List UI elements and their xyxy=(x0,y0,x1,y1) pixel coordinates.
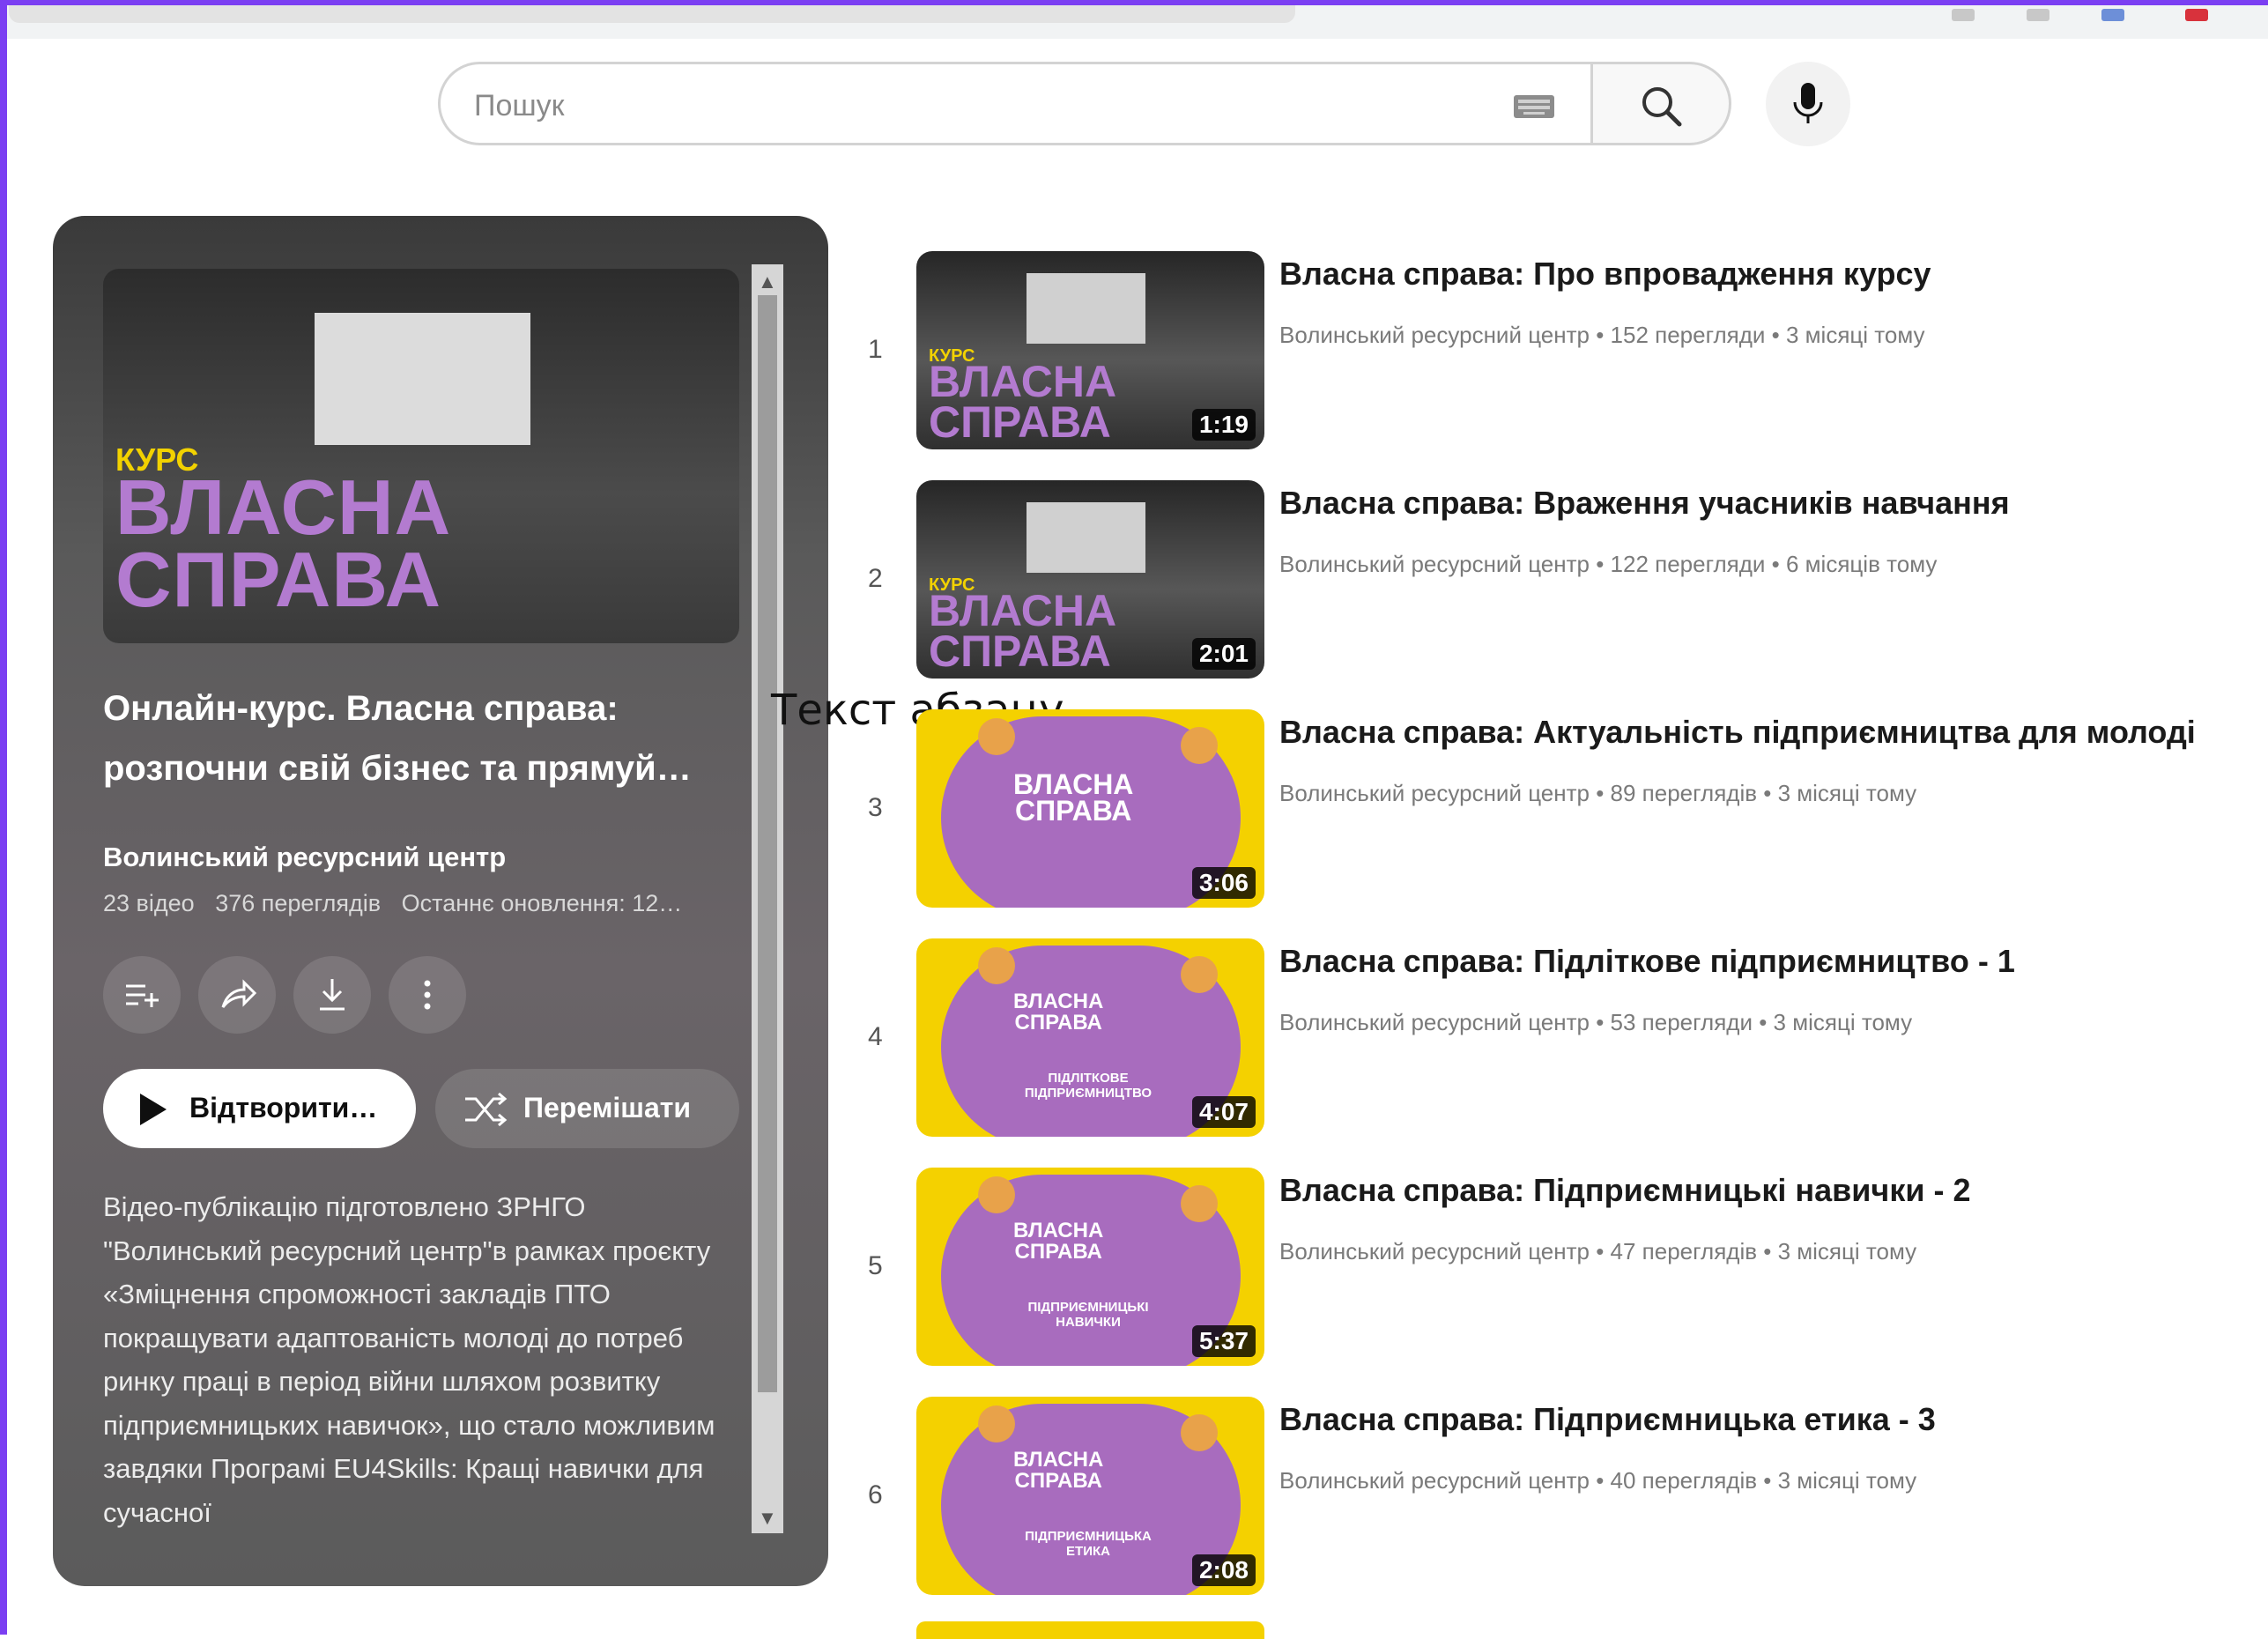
projector-screen xyxy=(1027,273,1145,344)
video-thumbnail[interactable]: КУРС ВЛАСНА СПРАВА 2:01 xyxy=(916,480,1264,679)
thumbnail-title-text: ВЛАСНА СПРАВА xyxy=(1013,1220,1103,1263)
video-index: 3 xyxy=(868,793,883,822)
list-item[interactable]: 3 ВЛАСНА СПРАВА 3:06 Власна справа: Актуа… xyxy=(0,709,2268,921)
dessert-decoration xyxy=(978,718,1015,755)
thumbnail-title-text: ВЛАСНА СПРАВА xyxy=(929,586,1117,676)
search-box[interactable]: Пошук xyxy=(438,62,1590,145)
extension-icon[interactable] xyxy=(1952,9,1975,21)
video-index: 1 xyxy=(868,335,883,364)
thumbnail-line-1: ВЛАСНА xyxy=(1013,1219,1104,1242)
video-duration: 4:07 xyxy=(1191,1096,1256,1128)
video-thumbnail[interactable]: КУРС ВЛАСНА СПРАВА 1:19 xyxy=(916,251,1264,449)
list-item[interactable]: 1 КУРС ВЛАСНА СПРАВА 1:19 Власна справа: … xyxy=(0,251,2268,463)
video-duration: 3:06 xyxy=(1191,867,1256,899)
dessert-decoration xyxy=(978,947,1015,984)
video-title[interactable]: Власна справа: Враження учасників навчан… xyxy=(1279,485,2010,522)
thumbnail-subtitle: ПІДПРИЄМНИЦЬКІ НАВИЧКИ xyxy=(1027,1300,1149,1330)
coffee-decoration xyxy=(1181,1414,1218,1451)
video-title[interactable]: Власна справа: Про впровадження курсу xyxy=(1279,256,1931,293)
thumbnail-line-2: СПРАВА xyxy=(1014,1011,1102,1035)
thumbnail-line-2: СПРАВА xyxy=(929,627,1111,676)
coffee-decoration xyxy=(1181,1185,1218,1222)
address-bar[interactable] xyxy=(9,5,1295,23)
projector-screen xyxy=(1027,502,1145,573)
dessert-decoration xyxy=(978,1405,1015,1442)
thumbnail-line-1: ВЛАСНА xyxy=(1013,768,1134,800)
browser-toolbar xyxy=(0,0,2268,39)
bookmark-icon[interactable] xyxy=(2101,9,2124,21)
thumbnail-line-2: СПРАВА xyxy=(1014,1469,1102,1493)
search-button[interactable] xyxy=(1590,62,1731,145)
voice-search-button[interactable] xyxy=(1766,62,1850,146)
video-thumbnail[interactable]: ВЛАСНА СПРАВА ПІДЛІТКОВЕ ПІДПРИЄМНИЦТВО 4… xyxy=(916,938,1264,1137)
video-thumbnail[interactable]: ВЛАСНА СПРАВА ПІДПРИЄМНИЦЬКІ НАВИЧКИ 5:37 xyxy=(916,1168,1264,1366)
video-duration: 5:37 xyxy=(1191,1325,1256,1357)
video-title[interactable]: Власна справа: Підприємницькі навички - … xyxy=(1279,1172,1970,1209)
search-icon xyxy=(1642,87,1682,127)
partial-video-thumbnail[interactable] xyxy=(916,1621,1264,1639)
extension-icon[interactable] xyxy=(2027,9,2049,21)
thumbnail-title-text: ВЛАСНА СПРАВА xyxy=(1013,1450,1103,1492)
video-thumbnail[interactable]: ВЛАСНА СПРАВА 3:06 xyxy=(916,709,1264,908)
thumbnail-line-1: ВЛАСНА xyxy=(929,586,1117,635)
video-meta: Волинський ресурсний центр • 152 перегля… xyxy=(1279,322,1925,348)
profile-icon[interactable] xyxy=(2185,9,2208,21)
video-meta: Волинський ресурсний центр • 89 перегляд… xyxy=(1279,780,1917,806)
dessert-decoration xyxy=(978,1176,1015,1213)
thumbnail-line-2: СПРАВА xyxy=(1014,1240,1102,1264)
thumbnail-line-2: СПРАВА xyxy=(929,397,1111,447)
thumbnail-line-1: ВЛАСНА xyxy=(929,357,1117,406)
microphone-icon xyxy=(1793,83,1823,123)
video-index: 6 xyxy=(868,1480,883,1509)
list-item[interactable]: 2 КУРС ВЛАСНА СПРАВА 2:01 Власна справа: … xyxy=(0,480,2268,692)
coffee-decoration xyxy=(1181,956,1218,993)
video-duration: 2:08 xyxy=(1191,1554,1256,1586)
thumbnail-subtitle: ПІДПРИЄМНИЦЬКА ЕТИКА xyxy=(1025,1529,1152,1559)
coffee-decoration xyxy=(1181,727,1218,764)
thumbnail-line-2: СПРАВА xyxy=(1015,795,1132,827)
video-title[interactable]: Власна справа: Актуальність підприємницт… xyxy=(1279,714,2196,751)
video-meta: Волинський ресурсний центр • 47 перегляд… xyxy=(1279,1238,1917,1264)
video-index: 4 xyxy=(868,1022,883,1051)
thumbnail-title-text: ВЛАСНА СПРАВА xyxy=(1013,768,1134,827)
video-duration: 2:01 xyxy=(1191,638,1256,670)
video-index: 5 xyxy=(868,1251,883,1280)
video-index: 2 xyxy=(868,564,883,593)
list-item[interactable]: 4 ВЛАСНА СПРАВА ПІДЛІТКОВЕ ПІДПРИЄМНИЦТВО… xyxy=(0,938,2268,1150)
video-title[interactable]: Власна справа: Підприємницька етика - 3 xyxy=(1279,1401,1936,1438)
thumbnail-title-text: ВЛАСНА СПРАВА xyxy=(929,357,1117,447)
video-meta: Волинський ресурсний центр • 53 перегляд… xyxy=(1279,1009,1913,1035)
keyboard-icon[interactable] xyxy=(1513,94,1555,119)
thumbnail-line-1: ВЛАСНА xyxy=(1013,990,1104,1013)
video-duration: 1:19 xyxy=(1191,409,1256,441)
list-item[interactable]: 6 ВЛАСНА СПРАВА ПІДПРИЄМНИЦЬКА ЕТИКА 2:08… xyxy=(0,1397,2268,1608)
search-input[interactable]: Пошук xyxy=(474,89,565,123)
thumbnail-line-1: ВЛАСНА xyxy=(1013,1448,1104,1472)
thumbnail-subtitle: ПІДЛІТКОВЕ ПІДПРИЄМНИЦТВО xyxy=(1024,1071,1153,1101)
thumbnail-title-text: ВЛАСНА СПРАВА xyxy=(1013,991,1103,1034)
video-title[interactable]: Власна справа: Підліткове підприємництво… xyxy=(1279,943,2015,980)
video-meta: Волинський ресурсний центр • 40 перегляд… xyxy=(1279,1467,1917,1494)
video-thumbnail[interactable]: ВЛАСНА СПРАВА ПІДПРИЄМНИЦЬКА ЕТИКА 2:08 xyxy=(916,1397,1264,1595)
list-item[interactable]: 5 ВЛАСНА СПРАВА ПІДПРИЄМНИЦЬКІ НАВИЧКИ 5:… xyxy=(0,1168,2268,1379)
video-meta: Волинський ресурсний центр • 122 перегля… xyxy=(1279,551,1938,577)
